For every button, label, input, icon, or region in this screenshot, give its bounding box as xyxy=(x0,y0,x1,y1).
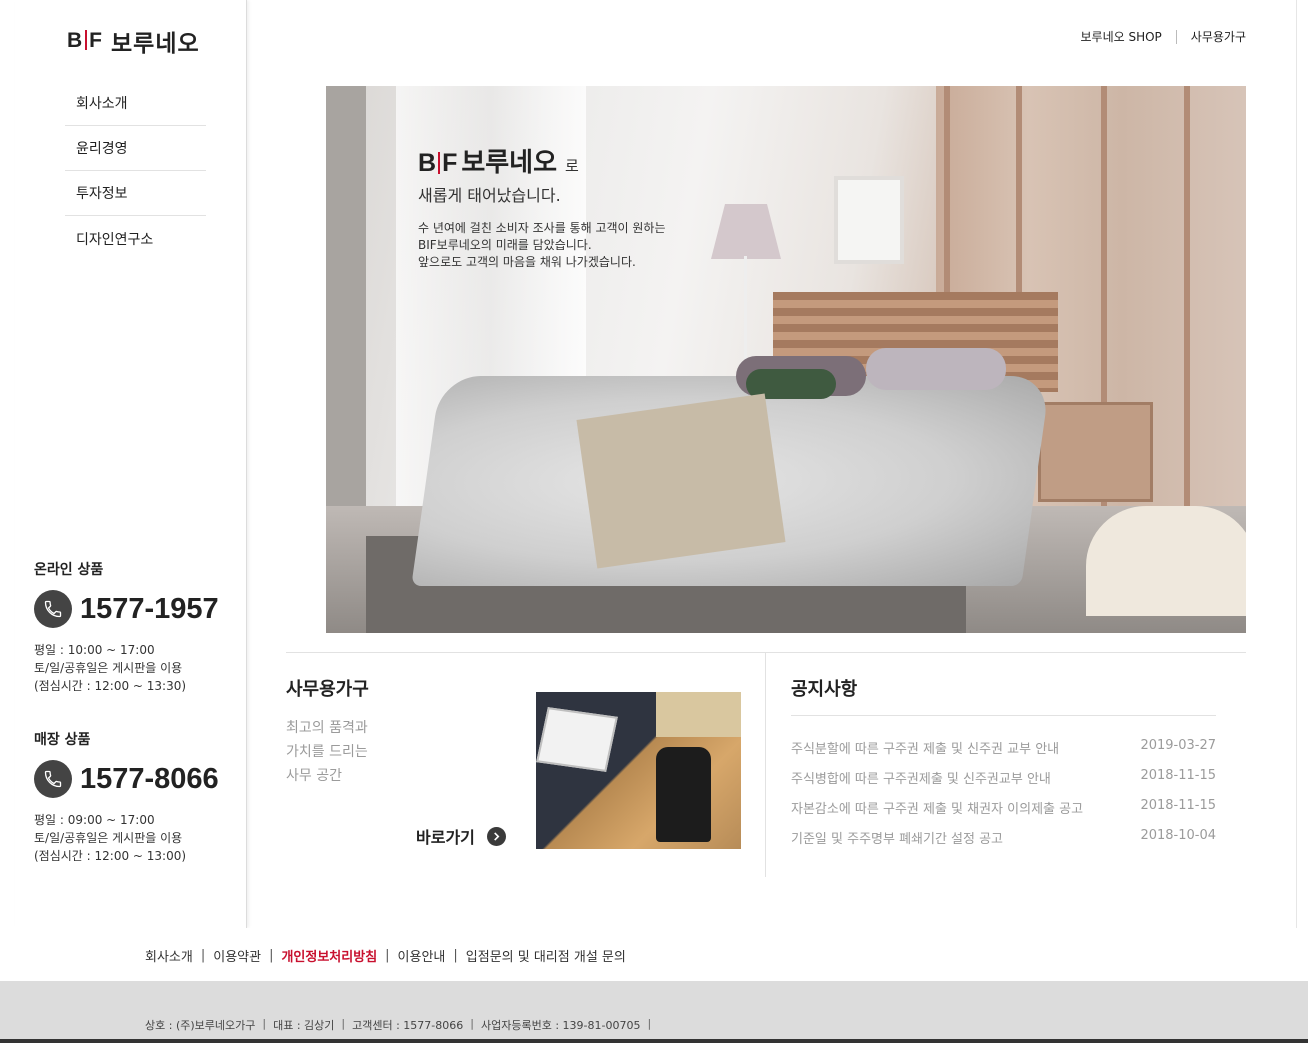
column-divider xyxy=(765,652,766,877)
divider: | xyxy=(453,948,458,963)
hero-desc-line: BIF보루네오의 미래를 담았습니다. xyxy=(418,238,592,252)
footer-ceo: 대표 : 김상기 xyxy=(273,1019,335,1032)
notice-title: 공지사항 xyxy=(791,679,858,700)
hero-brand-suffix: 로 xyxy=(565,157,579,175)
hero-brand-name: 보루네오 xyxy=(461,148,558,178)
notice-item-title[interactable]: 기준일 및 주주명부 폐쇄기간 설정 공고 xyxy=(791,828,1003,858)
notice-item-date: 2018-11-15 xyxy=(1140,798,1216,813)
sidebar-item-company[interactable]: 회사소개 xyxy=(65,81,206,126)
hero-desc-line: 앞으로도 고객의 마음을 채워 나가겠습니다. xyxy=(418,255,636,269)
goto-label: 바로가기 xyxy=(416,828,475,847)
footer-link-guide[interactable]: 이용안내 xyxy=(398,946,446,965)
notice-item-title[interactable]: 주식분할에 따른 구주권 제출 및 신주권 교부 안내 xyxy=(791,738,1059,768)
notice-item-title[interactable]: 자본감소에 따른 구주권 제출 및 채권자 이의제출 공고 xyxy=(791,798,1083,828)
phone-icon xyxy=(34,590,72,628)
notice-item-title[interactable]: 주식병합에 따른 구주권제출 및 신주권교부 안내 xyxy=(791,768,1051,798)
divider: | xyxy=(470,1017,474,1030)
hours-line: 토/일/공휴일은 게시판을 이용 xyxy=(34,661,183,675)
hero-brand: BF 보루네오 로 xyxy=(418,142,748,179)
contact-title: 매장 상품 xyxy=(34,732,91,748)
hours: 평일 : 09:00 ~ 17:00 토/일/공휴일은 게시판을 이용 (점심시… xyxy=(34,811,234,865)
divider: | xyxy=(262,1017,267,1030)
sidebar-item-investment[interactable]: 투자정보 xyxy=(65,171,206,216)
notice-item[interactable]: 주식병합에 따른 구주권제출 및 신주권교부 안내 2018-11-15 xyxy=(791,768,1216,798)
footer-business-number: 사업자등록번호 : 139-81-00705 xyxy=(480,1019,641,1032)
sidebar-item-design-lab[interactable]: 디자인연구소 xyxy=(65,216,206,261)
hero-description: 수 년여에 걸친 소비자 조사를 통해 고객이 원하는 BIF보루네오의 미래를… xyxy=(418,220,748,271)
footer-link-inquiry[interactable]: 입점문의 및 대리점 개설 문의 xyxy=(466,946,626,965)
hero-copy: BF 보루네오 로 새롭게 태어났습니다. 수 년여에 걸친 소비자 조사를 통… xyxy=(418,142,748,271)
notice-item[interactable]: 기준일 및 주주명부 폐쇄기간 설정 공고 2018-10-04 xyxy=(791,828,1216,858)
contact-online: 온라인 상품 1577-1957 평일 : 10:00 ~ 17:00 토/일/… xyxy=(34,559,234,695)
footer-info: 상호 : (주)보루네오가구 | 대표 : 김상기 | 고객센터 : 1577-… xyxy=(0,981,1308,1043)
notice-item-date: 2019-03-27 xyxy=(1140,738,1216,753)
contact-title: 온라인 상품 xyxy=(34,562,104,578)
section-divider xyxy=(286,652,1246,653)
logo-mark: BF xyxy=(67,29,103,52)
goto-button[interactable]: 바로가기 xyxy=(416,824,506,848)
office-furniture-image[interactable] xyxy=(536,692,741,849)
contact-store: 매장 상품 1577-8066 평일 : 09:00 ~ 17:00 토/일/공… xyxy=(34,729,234,865)
footer-call-center: 고객센터 : 1577-8066 xyxy=(352,1019,464,1032)
notice-list: 주식분할에 따른 구주권 제출 및 신주권 교부 안내 2019-03-27 주… xyxy=(791,738,1216,858)
notice-divider xyxy=(791,715,1216,716)
footer-company-name: 상호 : (주)보루네오가구 xyxy=(145,1019,256,1032)
notice-item-date: 2018-10-04 xyxy=(1140,828,1216,843)
divider: | xyxy=(385,948,390,963)
phone-number: 1577-8066 xyxy=(80,762,219,795)
phone-row: 1577-8066 xyxy=(34,760,234,798)
shop-link[interactable]: 보루네오 SHOP xyxy=(1080,28,1161,45)
hours-line: 평일 : 09:00 ~ 17:00 xyxy=(34,813,155,827)
notice-item[interactable]: 자본감소에 따른 구주권 제출 및 채권자 이의제출 공고 2018-11-15 xyxy=(791,798,1216,828)
top-links: 보루네오 SHOP 사무용가구 xyxy=(1080,28,1246,45)
sidebar-nav: 회사소개 윤리경영 투자정보 디자인연구소 xyxy=(65,81,206,261)
footer-link-company[interactable]: 회사소개 xyxy=(145,946,193,965)
logo-text: 보루네오 xyxy=(111,31,200,57)
office-furniture-title: 사무용가구 xyxy=(286,679,369,700)
notice-item-date: 2018-11-15 xyxy=(1140,768,1216,783)
logo[interactable]: BF 보루네오 xyxy=(67,24,200,58)
footer-link-terms[interactable]: 이용약관 xyxy=(213,946,261,965)
hours-line: 토/일/공휴일은 게시판을 이용 xyxy=(34,831,183,845)
footer-links: 회사소개 | 이용약관 | 개인정보처리방침 | 이용안내 | 입점문의 및 대… xyxy=(0,928,1308,981)
office-desc-line: 최고의 품격과 xyxy=(286,720,368,736)
office-furniture-desc: 최고의 품격과 가치를 드리는 사무 공간 xyxy=(286,716,368,788)
hours-line: 평일 : 10:00 ~ 17:00 xyxy=(34,643,155,657)
pillow xyxy=(866,348,1006,390)
office-desc-line: 사무 공간 xyxy=(286,768,342,784)
nightstand xyxy=(1038,402,1153,502)
sidebar-item-ethics[interactable]: 윤리경영 xyxy=(65,126,206,171)
divider xyxy=(1175,29,1177,44)
divider: | xyxy=(200,948,206,963)
hero-logo-mark: BF xyxy=(418,149,458,177)
phone-row: 1577-1957 xyxy=(34,590,234,628)
divider: | xyxy=(341,1017,346,1030)
hero-desc-line: 수 년여에 걸친 소비자 조사를 통해 고객이 원하는 xyxy=(418,221,666,235)
hero-subtitle: 새롭게 태어났습니다. xyxy=(418,186,561,205)
phone-icon xyxy=(34,760,72,798)
footer-link-privacy[interactable]: 개인정보처리방침 xyxy=(281,946,377,965)
wall-picture xyxy=(834,176,904,264)
throw-blanket xyxy=(576,393,786,569)
hours-line: (점심시간 : 12:00 ~ 13:00) xyxy=(34,849,187,863)
hours-line: (점심시간 : 12:00 ~ 13:30) xyxy=(34,679,187,693)
divider: | xyxy=(269,948,274,963)
notice-item[interactable]: 주식분할에 따른 구주권 제출 및 신주권 교부 안내 2019-03-27 xyxy=(791,738,1216,768)
office-desc-line: 가치를 드리는 xyxy=(286,744,368,760)
phone-number: 1577-1957 xyxy=(80,592,219,625)
divider: | xyxy=(647,1017,652,1030)
hours: 평일 : 10:00 ~ 17:00 토/일/공휴일은 게시판을 이용 (점심시… xyxy=(34,641,234,695)
hero-banner: BF 보루네오 로 새롭게 태어났습니다. 수 년여에 걸친 소비자 조사를 통… xyxy=(326,86,1246,633)
fur-chair xyxy=(1086,506,1246,616)
office-furniture-link[interactable]: 사무용가구 xyxy=(1191,28,1246,45)
chevron-right-icon xyxy=(486,826,506,846)
footer-bar xyxy=(0,1039,1308,1043)
sidebar: BF 보루네오 회사소개 윤리경영 투자정보 디자인연구소 온라인 상품 157… xyxy=(15,0,247,928)
